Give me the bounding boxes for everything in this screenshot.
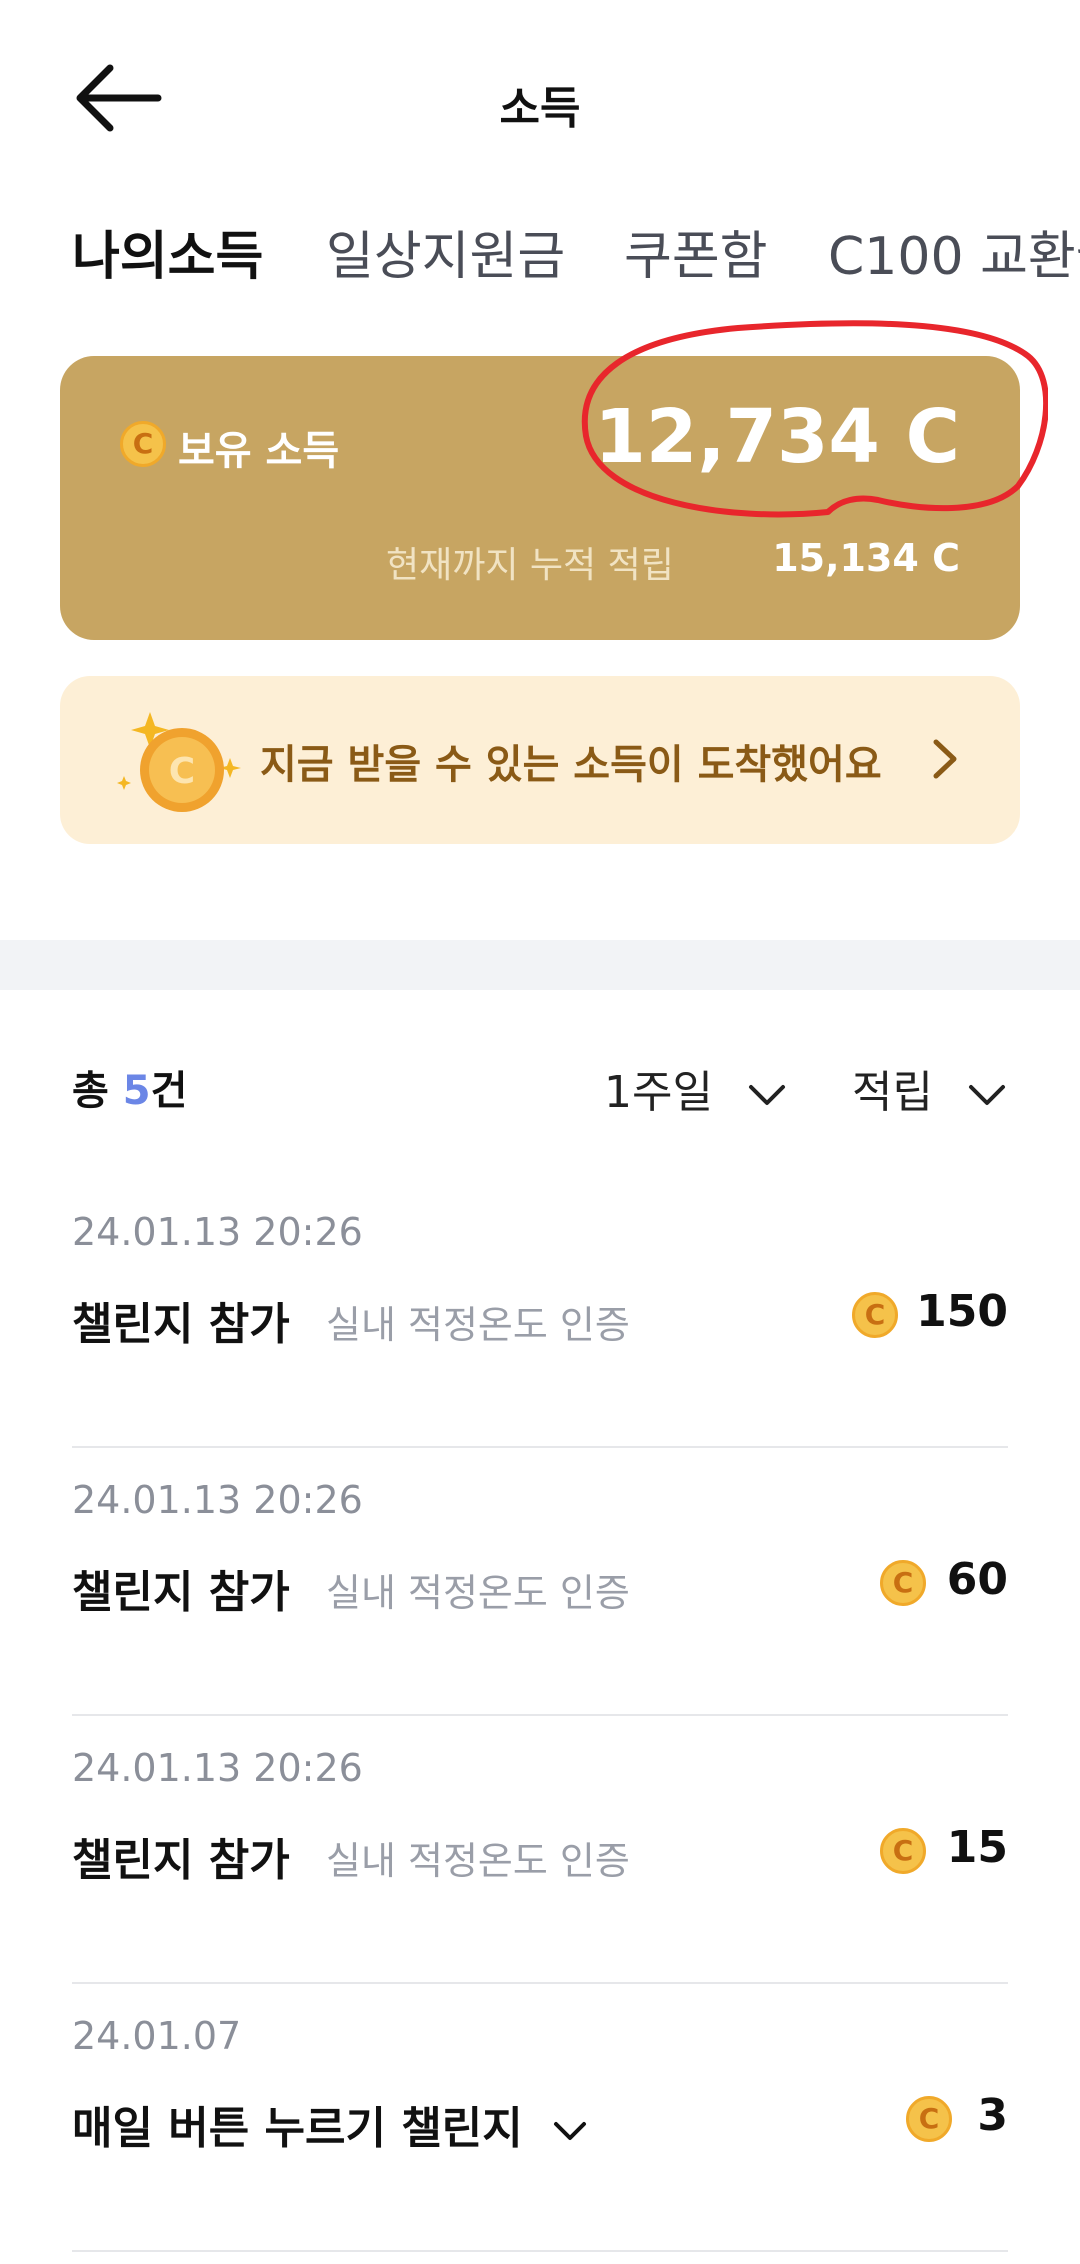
page-title: 소득 — [499, 83, 581, 134]
tab-c100-voucher[interactable]: C100 교환권 — [828, 214, 1080, 289]
item-subtitle: 실내 적정온도 인증 — [326, 1571, 630, 1615]
period-filter-label: 1주일 — [604, 1067, 713, 1118]
chevron-down-icon[interactable] — [552, 2119, 588, 2143]
list-item[interactable]: 24.01.07 매일 버튼 누르기 챌린지 C 3 — [72, 1984, 1008, 2252]
total-suffix: 건 — [150, 1068, 188, 1114]
coin-icon: C — [880, 1828, 926, 1874]
total-prefix: 총 — [72, 1068, 123, 1114]
list-item[interactable]: 24.01.13 20:26 챌린지 참가 실내 적정온도 인증 C 15 — [72, 1716, 1008, 1984]
item-date: 24.01.13 20:26 — [72, 1210, 363, 1254]
item-amount: 150 — [916, 1286, 1008, 1337]
balance-label: 보유 소득 — [178, 428, 340, 474]
list-item[interactable]: 24.01.13 20:26 챌린지 참가 실내 적정온도 인증 C 60 — [72, 1448, 1008, 1716]
coin-icon: C — [906, 2096, 952, 2142]
balance-amount: 12,734 C — [594, 394, 960, 480]
type-filter-label: 적립 — [852, 1067, 933, 1118]
income-history-list: 24.01.13 20:26 챌린지 참가 실내 적정온도 인증 C 150 2… — [72, 1180, 1008, 2252]
total-count: 총 5건 — [72, 1058, 187, 1116]
tab-my-income[interactable]: 나의소득 — [72, 214, 263, 289]
total-number: 5 — [122, 1068, 151, 1114]
item-date: 24.01.13 20:26 — [72, 1746, 363, 1790]
item-title: 챌린지 참가 — [72, 1835, 290, 1886]
period-filter[interactable]: 1주일 — [604, 1056, 787, 1120]
tab-bar: 나의소득 일상지원금 쿠폰함 C100 교환권 — [0, 200, 1080, 290]
svg-text:C: C — [169, 751, 195, 792]
chevron-down-icon — [748, 1085, 785, 1105]
tab-daily-support[interactable]: 일상지원금 — [326, 214, 565, 289]
balance-card: C 보유 소득 12,734 C 현재까지 누적 적립 15,134 C — [60, 356, 1020, 640]
top-app-bar: 소득 — [0, 0, 1080, 190]
item-subtitle: 실내 적정온도 인증 — [326, 1303, 630, 1347]
promo-text: 지금 받을 수 있는 소득이 도착했어요 — [260, 742, 882, 788]
list-item[interactable]: 24.01.13 20:26 챌린지 참가 실내 적정온도 인증 C 150 — [72, 1180, 1008, 1448]
type-filter[interactable]: 적립 — [852, 1056, 1007, 1120]
item-subtitle: 실내 적정온도 인증 — [326, 1839, 630, 1883]
sparkle-coin-icon: C — [117, 712, 241, 812]
tab-coupon-box[interactable]: 쿠폰함 — [624, 214, 768, 289]
item-amount: 3 — [977, 2090, 1008, 2141]
chevron-down-icon — [968, 1085, 1005, 1105]
income-arrived-banner[interactable]: C 지금 받을 수 있는 소득이 도착했어요 — [60, 676, 1020, 844]
coin-icon: C — [880, 1560, 926, 1606]
accumulated-label: 현재까지 누적 적립 — [386, 545, 674, 586]
section-divider — [0, 940, 1080, 990]
item-title: 챌린지 참가 — [72, 1299, 290, 1350]
coin-icon: C — [852, 1292, 898, 1338]
item-title: 챌린지 참가 — [72, 1567, 290, 1618]
item-title-text: 매일 버튼 누르기 챌린지 — [72, 2103, 523, 2154]
item-amount: 60 — [946, 1554, 1008, 1605]
accumulated-value: 15,134 C — [772, 536, 960, 580]
item-date: 24.01.13 20:26 — [72, 1478, 363, 1522]
item-amount: 15 — [946, 1822, 1008, 1873]
item-title: 매일 버튼 누르기 챌린지 — [72, 2092, 588, 2156]
chevron-right-icon — [933, 739, 957, 779]
coin-icon: C — [120, 421, 166, 467]
item-date: 24.01.07 — [72, 2014, 242, 2058]
